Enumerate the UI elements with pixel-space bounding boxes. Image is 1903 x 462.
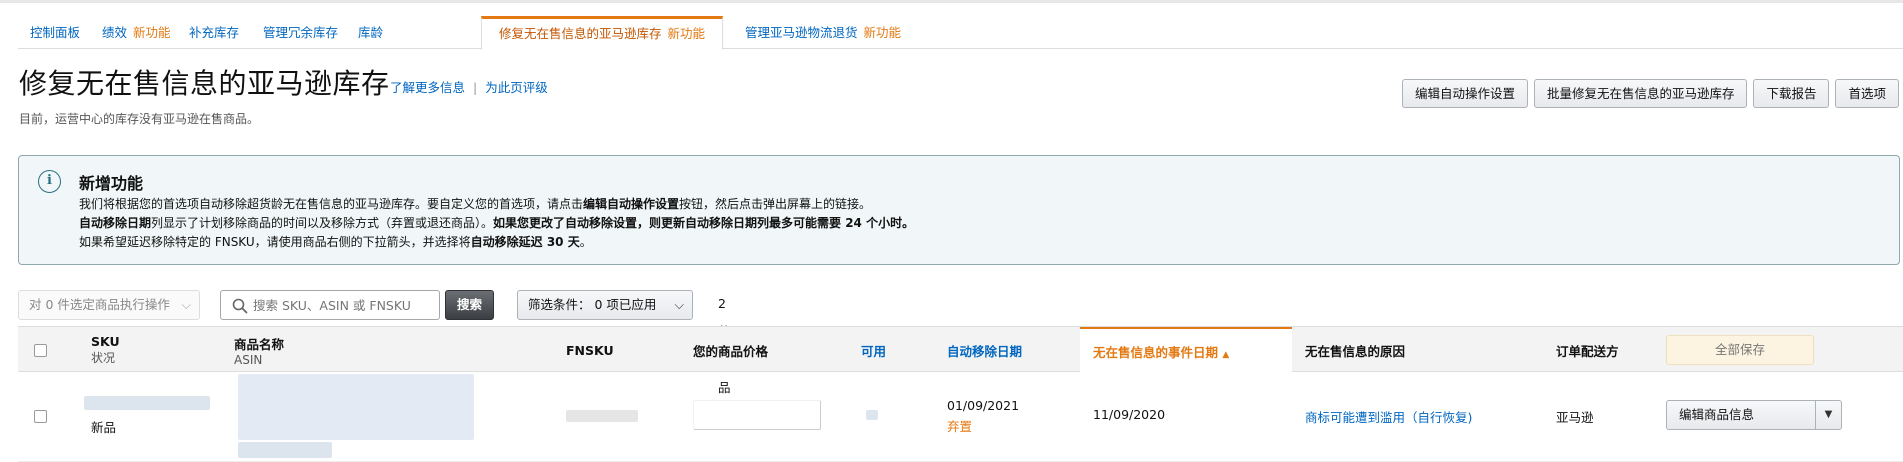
- tab-dashboard[interactable]: 控制面板: [30, 16, 80, 49]
- search-icon: [232, 298, 248, 314]
- page-title: 修复无在售信息的亚马逊库存: [19, 67, 390, 100]
- info-line-2: 自动移除日期列显示了计划移除商品的时间以及移除方式（弃置或退还商品）。如果您更改…: [79, 216, 915, 230]
- bulk-action-select[interactable]: 对 0 件选定商品执行操作 ⌵: [18, 290, 200, 320]
- tab-label: 管理冗余库存: [263, 25, 339, 40]
- tab-label: 控制面板: [30, 25, 81, 40]
- fnsku-redacted: [566, 410, 638, 422]
- header-auto-remove-date[interactable]: 自动移除日期: [947, 327, 1022, 373]
- sort-up-icon: ▲: [1222, 349, 1230, 360]
- info-line-1: 我们将根据您的首选项自动移除超货龄无在售信息的亚马逊库存。要自定义您的首选项，请…: [79, 197, 872, 211]
- select-all-cell: [34, 327, 47, 373]
- learn-more-link[interactable]: 了解更多信息: [390, 80, 465, 95]
- search-box[interactable]: [220, 290, 440, 320]
- price-input[interactable]: [693, 400, 821, 430]
- info-body: 我们将根据您的首选项自动移除超货龄无在售信息的亚马逊库存。要自定义您的首选项，请…: [79, 195, 914, 252]
- header-event-date[interactable]: 无在售信息的事件日期 ▲: [1080, 327, 1292, 373]
- auto-remove-action: 弃置: [947, 419, 973, 434]
- header-available[interactable]: 可用: [861, 327, 886, 373]
- info-icon: i: [38, 170, 61, 193]
- row-checkbox[interactable]: [34, 410, 47, 423]
- header-price[interactable]: 您的商品价格: [693, 327, 768, 373]
- chevron-down-icon: ⌵: [674, 297, 684, 312]
- tab-label: 补充库存: [189, 25, 240, 40]
- header-reason[interactable]: 无在售信息的原因: [1305, 327, 1405, 373]
- edit-auto-settings-button[interactable]: 编辑自动操作设置: [1401, 79, 1528, 108]
- tab-excess-inventory[interactable]: 管理冗余库存: [263, 16, 338, 49]
- link-separator: |: [473, 80, 478, 95]
- new-badge: 新功能: [133, 25, 171, 40]
- tab-inventory-age[interactable]: 库龄: [358, 16, 383, 49]
- reason-link[interactable]: 商标可能遭到滥用（自行恢复): [1305, 407, 1472, 426]
- new-badge: 新功能: [667, 26, 706, 41]
- preferences-button[interactable]: 首选项: [1835, 79, 1899, 108]
- edit-listing-split-button[interactable]: 编辑商品信息 ▼: [1666, 400, 1842, 430]
- search-input[interactable]: [253, 295, 433, 315]
- header-links: 了解更多信息 | 为此页评级: [390, 77, 548, 96]
- asin-redacted: [238, 442, 332, 458]
- search-button[interactable]: 搜索: [445, 290, 494, 320]
- save-all-button[interactable]: 全部保存: [1666, 335, 1814, 365]
- table-row: 新品 01/09/2021 弃置 11/09/2020 商标可能遭到滥用（自行恢…: [18, 372, 1903, 462]
- tab-fba-returns[interactable]: 管理亚马逊物流退货 新功能: [745, 16, 901, 49]
- bulk-fix-button[interactable]: 批量修复无在售信息的亚马逊库存: [1533, 79, 1748, 108]
- header-sku[interactable]: SKU 状况: [91, 327, 120, 373]
- table-header: SKU 状况 商品名称 ASIN FNSKU 您的商品价格 可用 自动移除日期 无在…: [18, 326, 1903, 373]
- tab-performance[interactable]: 绩效 新功能: [102, 16, 171, 49]
- auto-remove-date: 01/09/2021: [947, 398, 1020, 413]
- header-fulfillment[interactable]: 订单配送方: [1556, 327, 1619, 373]
- new-badge: 新功能: [863, 25, 902, 40]
- info-title: 新增功能: [79, 174, 144, 193]
- tab-label: 管理亚马逊物流退货: [745, 25, 858, 40]
- row-checkbox-cell: [34, 410, 47, 423]
- header-product-name[interactable]: 商品名称 ASIN: [234, 327, 284, 373]
- info-line-3: 如果希望延迟移除特定的 FNSKU，请使用商品右侧的下拉箭头，并选择将自动移除延…: [79, 235, 592, 249]
- page-subtitle: 目前，运营中心的库存没有亚马逊在售商品。: [19, 112, 260, 126]
- edit-listing-label: 编辑商品信息: [1679, 407, 1755, 422]
- select-all-checkbox[interactable]: [34, 343, 47, 357]
- top-border: [0, 0, 1903, 3]
- header-fnsku[interactable]: FNSKU: [566, 327, 614, 373]
- condition-text: 新品: [91, 420, 117, 435]
- filter-select[interactable]: 筛选条件： 0 项已应用 ⌵: [517, 290, 693, 320]
- tab-bar: 控制面板 绩效 新功能 补充库存 管理冗余库存 库龄 修复无在售信息的亚马逊库存新…: [18, 16, 1903, 50]
- fulfillment-text: 亚马逊: [1556, 410, 1594, 425]
- product-name-redacted[interactable]: [238, 374, 474, 440]
- tab-label: 绩效: [102, 25, 128, 40]
- available-redacted: [866, 410, 878, 420]
- tab-label: 库龄: [358, 25, 384, 40]
- event-date: 11/09/2020: [1093, 407, 1166, 422]
- chevron-down-icon[interactable]: ▼: [1815, 401, 1841, 429]
- tab-restock[interactable]: 补充库存: [189, 16, 239, 49]
- chevron-down-icon: ⌵: [181, 297, 191, 312]
- rate-page-link[interactable]: 为此页评级: [485, 80, 548, 95]
- sku-redacted[interactable]: [84, 396, 210, 410]
- download-report-button[interactable]: 下载报告: [1753, 79, 1830, 108]
- info-alert: i 新增功能 我们将根据您的首选项自动移除超货龄无在售信息的亚马逊库存。要自定义…: [18, 155, 1900, 265]
- tab-fix-stranded[interactable]: 修复无在售信息的亚马逊库存 新功能: [481, 16, 724, 50]
- top-button-group: 编辑自动操作设置 批量修复无在售信息的亚马逊库存 下载报告 首选项: [1401, 79, 1899, 108]
- tab-label: 修复无在售信息的亚马逊库存: [499, 26, 662, 41]
